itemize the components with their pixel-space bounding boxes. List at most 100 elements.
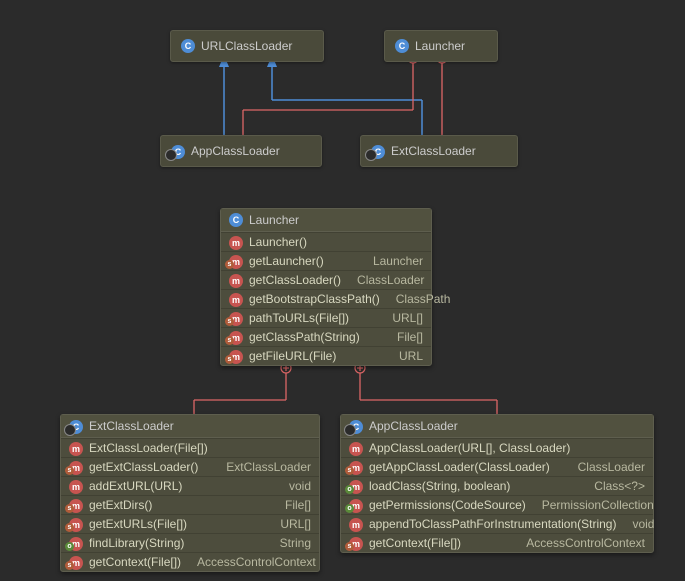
method-row[interactable]: m ExtClassLoader(File[]) — [61, 438, 319, 457]
node-extclassloader[interactable]: C ExtClassLoader — [360, 135, 518, 167]
override-overlay: o — [345, 485, 354, 494]
icon-wrap: m — [349, 441, 363, 455]
class-icon-wrap: C — [69, 419, 83, 433]
method-name: getExtURLs(File[]) — [89, 517, 264, 531]
node-urlclassloader[interactable]: C URLClassLoader — [170, 30, 324, 62]
diagram-canvas: C URLClassLoader C Launcher C AppClassLo… — [0, 0, 685, 581]
icon-wrap: ms — [69, 460, 83, 474]
panel-title: Launcher — [249, 213, 299, 227]
class-icon: C — [229, 213, 243, 227]
return-type: String — [270, 536, 311, 550]
icon-wrap: ms — [69, 517, 83, 531]
method-name: Launcher() — [249, 235, 423, 249]
icon-wrap: ms — [229, 254, 243, 268]
icon-wrap: m — [229, 273, 243, 287]
static-overlay: s — [225, 336, 234, 345]
method-name: loadClass(String, boolean) — [369, 479, 578, 493]
return-type: Class<?> — [584, 479, 645, 493]
method-name: getFileURL(File) — [249, 349, 383, 363]
class-icon-wrap: C — [349, 419, 363, 433]
override-overlay: o — [65, 542, 74, 551]
node-launcher[interactable]: C Launcher — [384, 30, 498, 62]
static-overlay: s — [225, 355, 234, 364]
method-name: pathToURLs(File[]) — [249, 311, 376, 325]
class-icon: C — [395, 39, 409, 53]
method-row[interactable]: moloadClass(String, boolean)Class<?> — [341, 476, 653, 495]
method-name: ExtClassLoader(File[]) — [89, 441, 311, 455]
method-name: getClassLoader() — [249, 273, 341, 287]
class-icon-wrap: C — [371, 144, 385, 159]
method-name: getLauncher() — [249, 254, 357, 268]
node-label: AppClassLoader — [191, 144, 280, 158]
method-name: getPermissions(CodeSource) — [369, 498, 526, 512]
method-row[interactable]: ms getExtClassLoader() ExtClassLoader — [61, 457, 319, 476]
method-row[interactable]: msgetContext(File[])AccessControlContext — [341, 533, 653, 552]
icon-wrap: ms — [69, 555, 83, 569]
method-name: addExtURL(URL) — [89, 479, 273, 493]
node-label: Launcher — [415, 39, 465, 53]
icon-wrap: ms — [229, 311, 243, 325]
method-row[interactable]: ms getExtURLs(File[]) URL[] — [61, 514, 319, 533]
method-row[interactable]: ms getAppClassLoader(ClassLoader) ClassLoa… — [341, 457, 653, 476]
node-appclassloader[interactable]: C AppClassLoader — [160, 135, 322, 167]
method-row[interactable]: msgetFileURL(File)URL — [221, 346, 431, 365]
method-row[interactable]: m Launcher() — [221, 232, 431, 251]
method-row[interactable]: ms pathToURLs(File[]) URL[] — [221, 308, 431, 327]
method-name: getBootstrapClassPath() — [249, 292, 380, 306]
return-type: AccessControlContext — [187, 555, 316, 569]
panel-appclassloader[interactable]: C AppClassLoader mAppClassLoader(URL[], … — [340, 414, 654, 553]
method-icon: m — [69, 480, 83, 494]
icon-wrap: ms — [349, 536, 363, 550]
method-icon: m — [229, 293, 243, 307]
method-icon: m — [349, 518, 363, 532]
return-type: URL[] — [270, 517, 311, 531]
return-type: File[] — [275, 498, 311, 512]
method-row[interactable]: mogetPermissions(CodeSource)PermissionCo… — [341, 495, 653, 514]
class-icon-wrap: C — [171, 144, 185, 159]
return-type: ClassPath — [386, 292, 451, 306]
method-name: getExtClassLoader() — [89, 460, 210, 474]
static-overlay: s — [345, 466, 354, 475]
method-icon: m — [229, 274, 243, 288]
method-row[interactable]: mgetBootstrapClassPath()ClassPath — [221, 289, 431, 308]
return-type: ClassLoader — [568, 460, 645, 474]
static-overlay: s — [225, 317, 234, 326]
return-type: ExtClassLoader — [216, 460, 311, 474]
method-row[interactable]: mAppClassLoader(URL[], ClassLoader) — [341, 438, 653, 457]
icon-wrap: m — [229, 292, 243, 306]
icon-wrap: ms — [349, 460, 363, 474]
static-overlay: s — [65, 466, 74, 475]
panel-header: C AppClassLoader — [341, 415, 653, 438]
method-name: findLibrary(String) — [89, 536, 264, 550]
panel-extclassloader[interactable]: C ExtClassLoader m ExtClassLoader(File[])… — [60, 414, 320, 572]
method-icon: m — [69, 442, 83, 456]
return-type: URL[] — [382, 311, 423, 325]
icon-wrap: mo — [349, 498, 363, 512]
method-row[interactable]: m addExtURL(URL) void — [61, 476, 319, 495]
method-row[interactable]: msgetLauncher()Launcher — [221, 251, 431, 270]
static-overlay: s — [65, 561, 74, 570]
node-label: URLClassLoader — [201, 39, 292, 53]
method-row[interactable]: mofindLibrary(String)String — [61, 533, 319, 552]
method-row[interactable]: mappendToClassPathForInstrumentation(Str… — [341, 514, 653, 533]
panel-launcher[interactable]: C Launcher mLauncher()msgetLauncher()Lau… — [220, 208, 432, 366]
method-row[interactable]: msgetContext(File[])AccessControlContext — [61, 552, 319, 571]
method-row[interactable]: msgetExtDirs()File[] — [61, 495, 319, 514]
method-icon: m — [229, 236, 243, 250]
return-type: File[] — [387, 330, 423, 344]
method-row[interactable]: m getClassLoader() ClassLoader — [221, 270, 431, 289]
panel-title: AppClassLoader — [369, 419, 458, 433]
icon-wrap: m — [69, 479, 83, 493]
return-type: AccessControlContext — [516, 536, 645, 550]
return-type: ClassLoader — [347, 273, 424, 287]
method-icon: m — [349, 442, 363, 456]
method-row[interactable]: msgetClassPath(String)File[] — [221, 327, 431, 346]
static-overlay: s — [65, 523, 74, 532]
override-overlay: o — [345, 504, 354, 513]
static-badge — [165, 149, 177, 161]
method-name: getAppClassLoader(ClassLoader) — [369, 460, 562, 474]
icon-wrap: ms — [229, 330, 243, 344]
panel-title: ExtClassLoader — [89, 419, 174, 433]
icon-wrap: m — [349, 517, 363, 531]
return-type: void — [279, 479, 311, 493]
